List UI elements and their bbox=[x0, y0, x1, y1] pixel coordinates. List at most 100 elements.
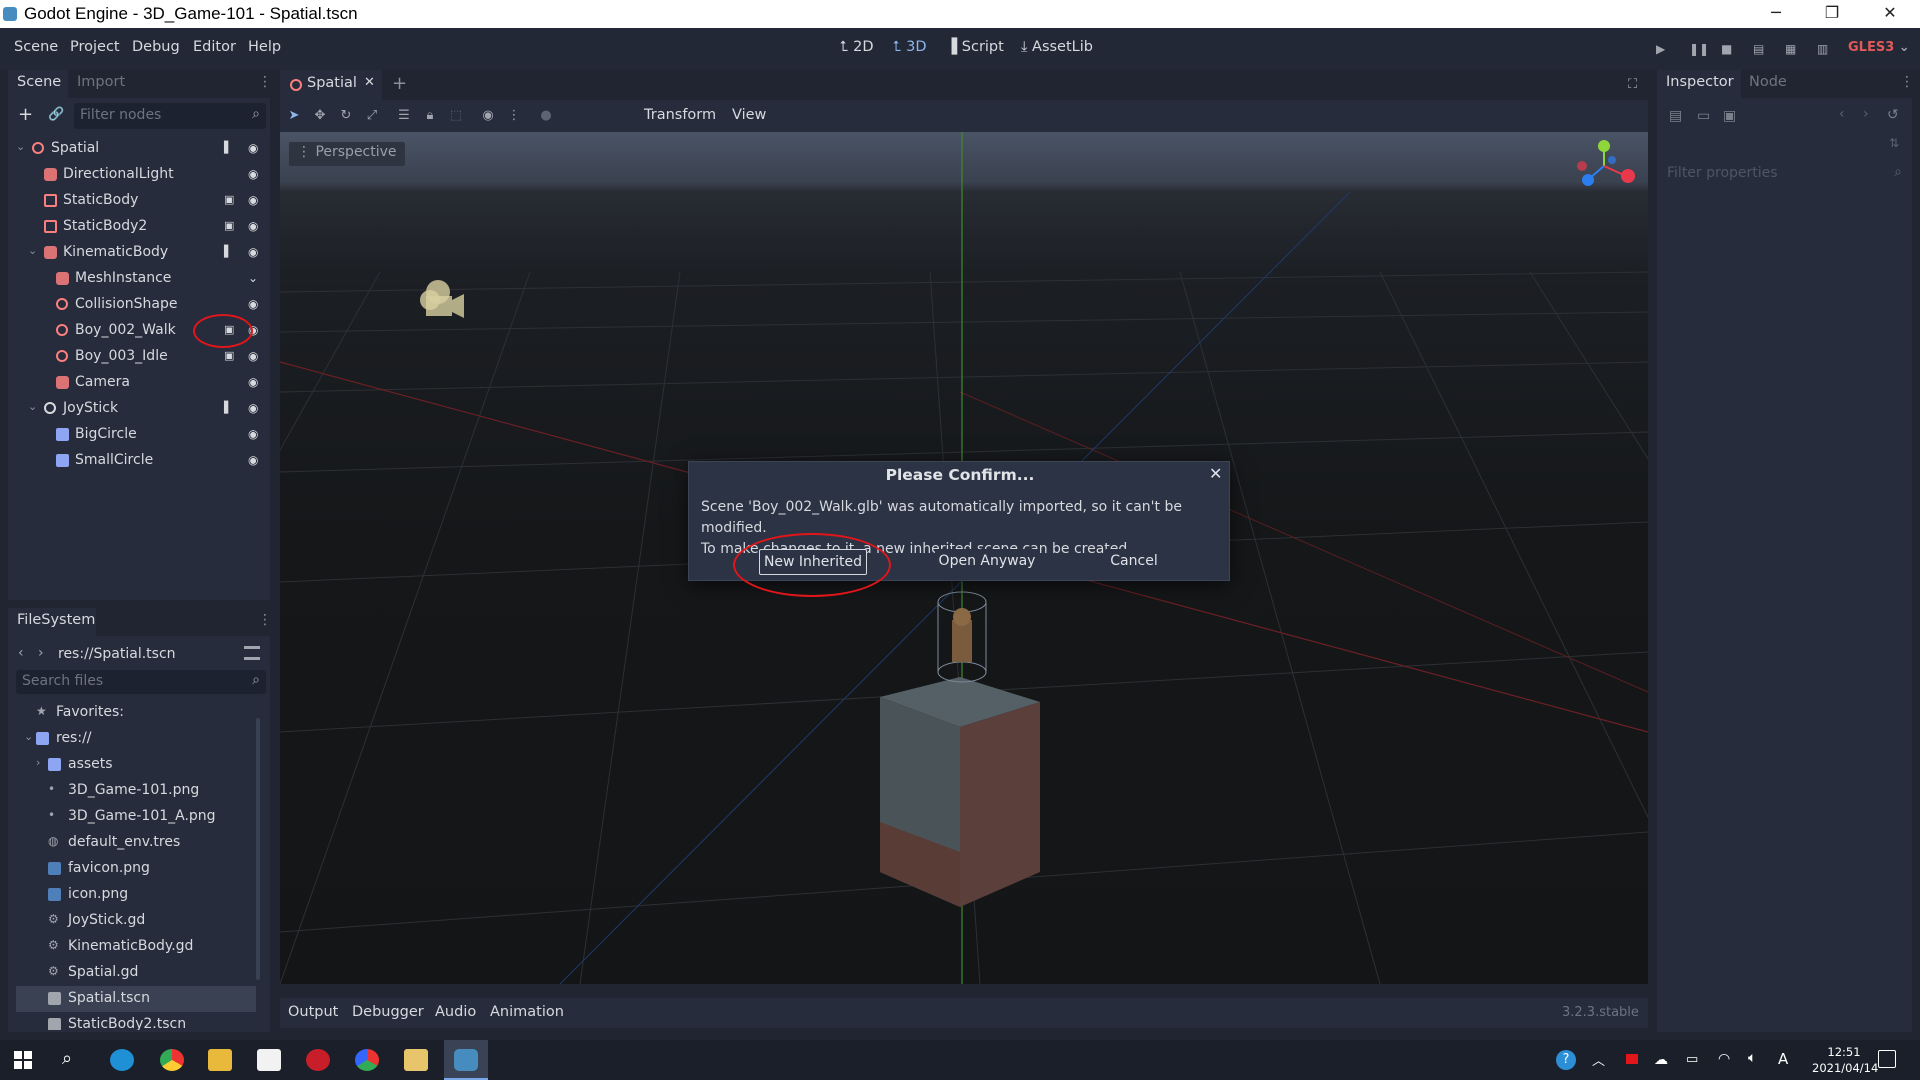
scene-tree-row[interactable]: StaticBody2 ▣ ◉ bbox=[8, 214, 270, 240]
search-icon[interactable]: ⌕ bbox=[62, 1048, 72, 1069]
expand-caret-icon[interactable]: ⌄ bbox=[16, 140, 25, 153]
wifi-icon[interactable]: ◠ bbox=[1718, 1051, 1730, 1067]
file-explorer-icon[interactable] bbox=[208, 1049, 232, 1071]
notes-icon[interactable] bbox=[404, 1049, 428, 1071]
local-space-icon[interactable]: ◉ bbox=[480, 108, 496, 124]
tab-spatial[interactable]: Spatial ✕ bbox=[280, 70, 382, 100]
cancel-button[interactable]: Cancel bbox=[1105, 549, 1163, 575]
visibility-eye-icon[interactable]: ◉ bbox=[248, 297, 262, 311]
file-list-item[interactable]: › assets bbox=[16, 752, 256, 778]
search-files-input[interactable]: Search files ⌕ bbox=[16, 670, 266, 694]
tab-animation[interactable]: Animation bbox=[490, 1004, 564, 1020]
volume-icon[interactable]: 🔈︎ bbox=[1748, 1050, 1756, 1066]
chevron-down-icon[interactable]: ⌄ bbox=[248, 271, 262, 285]
file-list-item[interactable]: ★ Favorites: bbox=[16, 700, 256, 726]
close-window-button[interactable]: ✕ bbox=[1862, 0, 1918, 28]
file-list-item[interactable]: favicon.png bbox=[16, 856, 256, 882]
workspace-2d-button[interactable]: ⮤ 2D bbox=[840, 39, 874, 55]
add-node-icon[interactable]: + bbox=[18, 104, 33, 125]
help-icon[interactable]: ? bbox=[1556, 1050, 1576, 1070]
chrome-icon[interactable] bbox=[160, 1049, 184, 1071]
dock-menu-icon[interactable]: ⋮ bbox=[258, 74, 272, 90]
collapse-caret-icon[interactable]: › bbox=[36, 756, 40, 769]
menu-debug[interactable]: Debug bbox=[132, 39, 180, 55]
scrollbar[interactable] bbox=[256, 718, 260, 980]
visibility-eye-icon[interactable]: ◉ bbox=[248, 349, 262, 363]
open-scene-icon[interactable]: ▣ bbox=[224, 193, 238, 207]
start-icon[interactable] bbox=[14, 1051, 32, 1069]
minimize-button[interactable]: ─ bbox=[1748, 0, 1804, 28]
open-scene-icon[interactable]: ▣ bbox=[224, 219, 238, 233]
tab-audio[interactable]: Audio bbox=[435, 1004, 476, 1020]
tab-node[interactable]: Node bbox=[1749, 74, 1787, 90]
visibility-eye-icon[interactable]: ◉ bbox=[248, 167, 262, 181]
visibility-eye-icon[interactable]: ◉ bbox=[248, 375, 262, 389]
notifications-icon[interactable] bbox=[1878, 1050, 1896, 1068]
visibility-eye-icon[interactable]: ◉ bbox=[248, 193, 262, 207]
file-list-item[interactable]: icon.png bbox=[16, 882, 256, 908]
group-icon[interactable]: ⬚ bbox=[448, 108, 464, 124]
dock-menu-icon[interactable]: ⋮ bbox=[1900, 74, 1914, 90]
distraction-free-icon[interactable]: ⛶ bbox=[1628, 77, 1637, 92]
scene-tree-row[interactable]: MeshInstance ⌄ bbox=[8, 266, 270, 292]
transform-menu[interactable]: Transform bbox=[644, 107, 716, 123]
menu-help[interactable]: Help bbox=[248, 39, 281, 55]
scene-tree-row[interactable]: ⌄ Spatial ▌ ◉ bbox=[8, 136, 270, 162]
history-icon[interactable]: ↺ bbox=[1887, 107, 1899, 123]
expand-caret-icon[interactable]: ⌄ bbox=[28, 400, 37, 413]
menu-scene[interactable]: Scene bbox=[14, 39, 58, 55]
file-list-item[interactable]: ⚙ Spatial.gd bbox=[16, 960, 256, 986]
camera-preview-icon[interactable]: ● bbox=[538, 108, 554, 124]
close-tab-icon[interactable]: ✕ bbox=[364, 75, 375, 90]
tab-inspector[interactable]: Inspector bbox=[1657, 70, 1741, 98]
file-list-item[interactable]: • 3D_Game-101_A.png bbox=[16, 804, 256, 830]
add-tab-icon[interactable]: + bbox=[392, 73, 407, 94]
clock[interactable]: 12:51 2021/04/14 bbox=[1812, 1044, 1878, 1076]
play-custom-scene-icon[interactable]: ▥ bbox=[1817, 42, 1831, 56]
pause-icon[interactable]: ❚❚ bbox=[1689, 42, 1709, 56]
file-list-item[interactable]: StaticBody2.tscn bbox=[16, 1012, 256, 1030]
back-icon[interactable]: ‹ bbox=[18, 645, 24, 661]
dialog-close-icon[interactable]: ✕ bbox=[1209, 464, 1222, 483]
open-scene-icon[interactable]: ▣ bbox=[224, 349, 238, 363]
battery-icon[interactable]: ▭ bbox=[1686, 1052, 1698, 1067]
scale-tool-icon[interactable]: ⤢ bbox=[364, 108, 380, 124]
move-tool-icon[interactable]: ✥ bbox=[312, 108, 328, 124]
workspace-3d-button[interactable]: ⮤ 3D bbox=[893, 39, 927, 55]
visibility-eye-icon[interactable]: ◉ bbox=[248, 245, 262, 259]
scene-tree-row[interactable]: StaticBody ▣ ◉ bbox=[8, 188, 270, 214]
split-mode-icon[interactable] bbox=[244, 646, 260, 660]
app-icon[interactable] bbox=[306, 1049, 330, 1071]
play-icon[interactable]: ▶ bbox=[1656, 42, 1670, 56]
path-field[interactable]: res://Spatial.tscn bbox=[58, 646, 176, 662]
tray-chevron-icon[interactable]: ︿ bbox=[1592, 1050, 1605, 1069]
rotate-tool-icon[interactable]: ↻ bbox=[338, 108, 354, 124]
view-menu[interactable]: View bbox=[732, 107, 766, 123]
tray-app-icon[interactable] bbox=[1626, 1054, 1638, 1064]
filter-properties-input[interactable]: Filter properties ⌕ bbox=[1661, 162, 1908, 186]
script-icon[interactable]: ▌ bbox=[224, 245, 238, 259]
expand-caret-icon[interactable]: ⌄ bbox=[24, 730, 33, 743]
renderer-selector[interactable]: GLES3 ⌄ bbox=[1848, 40, 1910, 55]
workspace-script-button[interactable]: ▐ Script bbox=[946, 39, 1004, 55]
perspective-menu[interactable]: ⋮ Perspective bbox=[289, 142, 405, 166]
save-icon[interactable]: ▣ bbox=[1723, 108, 1736, 124]
file-list-item[interactable]: Spatial.tscn bbox=[16, 986, 256, 1012]
file-list-item[interactable]: ⚙ KinematicBody.gd bbox=[16, 934, 256, 960]
snap-icon[interactable]: ⋮ bbox=[506, 108, 522, 124]
store-icon[interactable] bbox=[257, 1049, 281, 1071]
scene-tree-row[interactable]: ⌄ KinematicBody ▌ ◉ bbox=[8, 240, 270, 266]
tab-import[interactable]: Import bbox=[77, 74, 125, 90]
link-icon[interactable]: 🔗 bbox=[48, 107, 64, 122]
edge-icon[interactable] bbox=[110, 1049, 134, 1071]
open-folder-icon[interactable]: ▭ bbox=[1697, 108, 1710, 124]
scene-tree-row[interactable]: BigCircle ◉ bbox=[8, 422, 270, 448]
open-anyway-button[interactable]: Open Anyway bbox=[935, 549, 1039, 575]
color-app-icon[interactable] bbox=[355, 1049, 379, 1071]
scene-tree-row[interactable]: DirectionalLight ◉ bbox=[8, 162, 270, 188]
tab-filesystem[interactable]: FileSystem bbox=[8, 608, 96, 636]
onedrive-icon[interactable]: ☁ bbox=[1654, 1052, 1668, 1068]
list-select-icon[interactable]: ☰ bbox=[396, 108, 412, 124]
dock-menu-icon[interactable]: ⋮ bbox=[258, 612, 272, 628]
file-list-item[interactable]: • 3D_Game-101.png bbox=[16, 778, 256, 804]
